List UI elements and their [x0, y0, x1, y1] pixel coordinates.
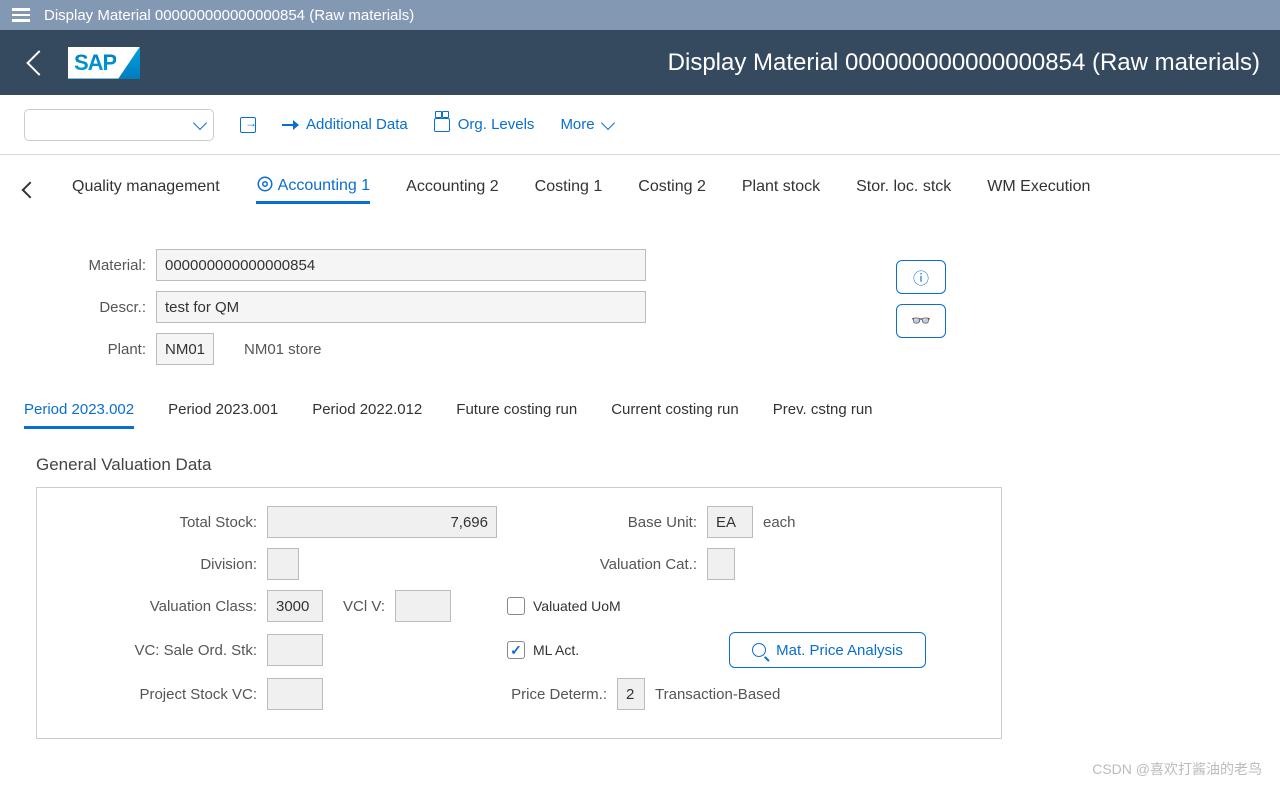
- plant-text: NM01 store: [244, 341, 322, 358]
- exit-icon: [240, 117, 256, 133]
- valuated-uom-checkbox[interactable]: [507, 597, 525, 615]
- sub-tab-future-costing[interactable]: Future costing run: [456, 401, 577, 429]
- vcl-v-label: VCl V:: [323, 598, 395, 615]
- material-label: Material:: [24, 257, 156, 274]
- plant-label: Plant:: [24, 341, 156, 358]
- header-bar: SAP Display Material 000000000000000854 …: [0, 30, 1280, 95]
- more-label: More: [560, 116, 594, 133]
- additional-data-button[interactable]: Additional Data: [282, 116, 408, 133]
- division-label: Division:: [57, 556, 267, 573]
- base-unit-label: Base Unit:: [587, 514, 707, 531]
- menu-icon[interactable]: [12, 8, 30, 22]
- general-valuation-section: Total Stock: Base Unit: each Division: V…: [36, 487, 1002, 739]
- valuation-class-field[interactable]: [267, 590, 323, 622]
- tabs-back-icon[interactable]: [22, 181, 39, 198]
- window-title: Display Material 000000000000000854 (Raw…: [44, 7, 414, 24]
- project-stock-field[interactable]: [267, 678, 323, 710]
- org-icon: [434, 118, 450, 132]
- more-button[interactable]: More: [560, 116, 612, 133]
- total-stock-field[interactable]: [267, 506, 497, 538]
- tab-plant-stock[interactable]: Plant stock: [742, 178, 820, 202]
- chevron-down-icon: [601, 115, 615, 129]
- variant-dropdown[interactable]: [24, 109, 214, 141]
- ml-act-checkbox[interactable]: [507, 641, 525, 659]
- descr-field[interactable]: [156, 291, 646, 323]
- tab-accounting-2[interactable]: Accounting 2: [406, 178, 499, 202]
- info-button[interactable]: ⓘ: [896, 260, 946, 294]
- glasses-button[interactable]: 👓: [896, 304, 946, 338]
- valuation-class-label: Valuation Class:: [57, 598, 267, 615]
- back-icon[interactable]: [26, 50, 51, 75]
- price-determ-label: Price Determ.:: [497, 686, 617, 703]
- division-field[interactable]: [267, 548, 299, 580]
- base-unit-field[interactable]: [707, 506, 753, 538]
- sub-tab-period-current[interactable]: Period 2023.002: [24, 401, 134, 429]
- sub-tab-period-prev[interactable]: Period 2023.001: [168, 401, 278, 429]
- arrow-right-icon: [282, 124, 298, 126]
- material-field[interactable]: [156, 249, 646, 281]
- sub-tab-prev-costing[interactable]: Prev. cstng run: [773, 401, 873, 429]
- watermark: CSDN @喜欢打酱油的老鸟: [1092, 759, 1262, 779]
- plant-field[interactable]: [156, 333, 214, 365]
- price-determ-text: Transaction-Based: [655, 686, 780, 703]
- sub-tab-period-2022[interactable]: Period 2022.012: [312, 401, 422, 429]
- valuated-uom-label: Valuated UoM: [533, 598, 621, 614]
- org-levels-label: Org. Levels: [458, 116, 535, 133]
- mat-price-analysis-button[interactable]: Mat. Price Analysis: [729, 632, 926, 668]
- exit-button[interactable]: [240, 117, 256, 133]
- org-levels-button[interactable]: Org. Levels: [434, 116, 535, 133]
- sub-tab-current-costing[interactable]: Current costing run: [611, 401, 739, 429]
- total-stock-label: Total Stock:: [57, 514, 267, 531]
- tab-quality-management[interactable]: Quality management: [72, 178, 220, 202]
- search-icon: [752, 643, 766, 657]
- window-titlebar: Display Material 000000000000000854 (Raw…: [0, 0, 1280, 30]
- tab-stor-loc-stck[interactable]: Stor. loc. stck: [856, 178, 951, 202]
- side-buttons: ⓘ 👓: [896, 260, 946, 338]
- vcl-v-field[interactable]: [395, 590, 451, 622]
- valuation-cat-label: Valuation Cat.:: [587, 556, 707, 573]
- tab-accounting-1[interactable]: Accounting 1: [256, 175, 371, 204]
- sap-logo: SAP: [68, 47, 140, 79]
- sub-tabs: Period 2023.002 Period 2023.001 Period 2…: [24, 375, 1256, 439]
- mat-price-label: Mat. Price Analysis: [776, 642, 903, 659]
- ml-act-label: ML Act.: [533, 642, 579, 658]
- project-stock-label: Project Stock VC:: [57, 686, 267, 703]
- form-area: Material: Descr.: Plant: NM01 store ⓘ 👓 …: [0, 219, 1280, 739]
- tabs-row: Quality management Accounting 1 Accounti…: [0, 155, 1280, 219]
- section-title: General Valuation Data: [36, 455, 1256, 475]
- tab-costing-1[interactable]: Costing 1: [535, 178, 603, 202]
- glasses-icon: 👓: [911, 311, 931, 331]
- vc-sale-ord-label: VC: Sale Ord. Stk:: [57, 642, 267, 659]
- price-determ-field[interactable]: [617, 678, 645, 710]
- descr-label: Descr.:: [24, 299, 156, 316]
- chevron-down-icon: [193, 115, 207, 129]
- tab-costing-2[interactable]: Costing 2: [638, 178, 706, 202]
- info-icon: ⓘ: [913, 265, 929, 289]
- base-unit-text: each: [763, 514, 796, 531]
- toolbar: Additional Data Org. Levels More: [0, 95, 1280, 155]
- page-title: Display Material 000000000000000854 (Raw…: [668, 49, 1260, 77]
- additional-data-label: Additional Data: [306, 116, 408, 133]
- accounting-icon: [256, 175, 274, 193]
- vc-sale-ord-field[interactable]: [267, 634, 323, 666]
- valuation-cat-field[interactable]: [707, 548, 735, 580]
- tab-wm-execution[interactable]: WM Execution: [987, 178, 1090, 202]
